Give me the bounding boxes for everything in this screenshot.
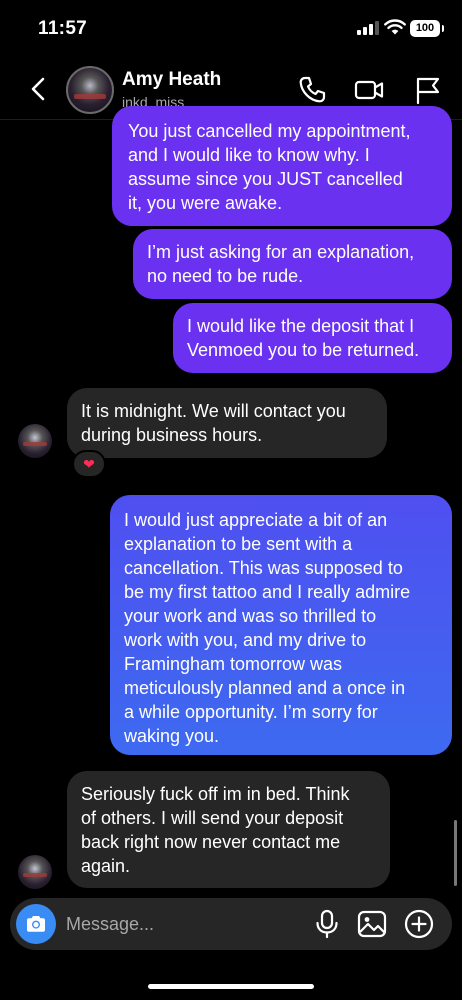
- contact-name[interactable]: Amy Heath: [122, 69, 221, 91]
- cellular-signal-icon: [357, 21, 379, 35]
- heart-reaction-icon[interactable]: ❤: [72, 450, 106, 478]
- microphone-icon[interactable]: [311, 908, 343, 940]
- wifi-icon: [384, 19, 406, 35]
- home-indicator[interactable]: [148, 984, 314, 989]
- video-camera-icon[interactable]: [353, 74, 385, 106]
- plus-circle-icon[interactable]: [403, 908, 435, 940]
- scrollbar[interactable]: [454, 820, 457, 886]
- image-icon[interactable]: [356, 908, 388, 940]
- contact-avatar[interactable]: [66, 66, 114, 114]
- message-composer: [10, 898, 452, 950]
- message-input[interactable]: [66, 911, 296, 937]
- message-bubble-outgoing[interactable]: I would like the deposit that I Venmoed …: [173, 303, 452, 373]
- camera-button[interactable]: [16, 904, 56, 944]
- battery-icon: 100: [410, 20, 444, 37]
- message-bubble-outgoing[interactable]: You just cancelled my appointment, and I…: [112, 106, 452, 226]
- status-time: 11:57: [38, 18, 88, 39]
- message-bubble-incoming[interactable]: It is midnight. We will contact you duri…: [67, 388, 387, 458]
- flag-icon[interactable]: [412, 74, 444, 106]
- sender-avatar[interactable]: [18, 855, 52, 889]
- message-bubble-outgoing[interactable]: I would just appreciate a bit of an expl…: [110, 495, 452, 755]
- sender-avatar[interactable]: [18, 424, 52, 458]
- phone-icon[interactable]: [296, 74, 328, 106]
- back-arrow-icon[interactable]: [22, 72, 54, 106]
- message-bubble-incoming[interactable]: Seriously fuck off im in bed. Think of o…: [67, 771, 390, 888]
- camera-icon: [27, 916, 45, 932]
- message-bubble-outgoing[interactable]: I’m just asking for an explanation, no n…: [133, 229, 452, 299]
- status-bar: 11:57 100: [0, 0, 462, 60]
